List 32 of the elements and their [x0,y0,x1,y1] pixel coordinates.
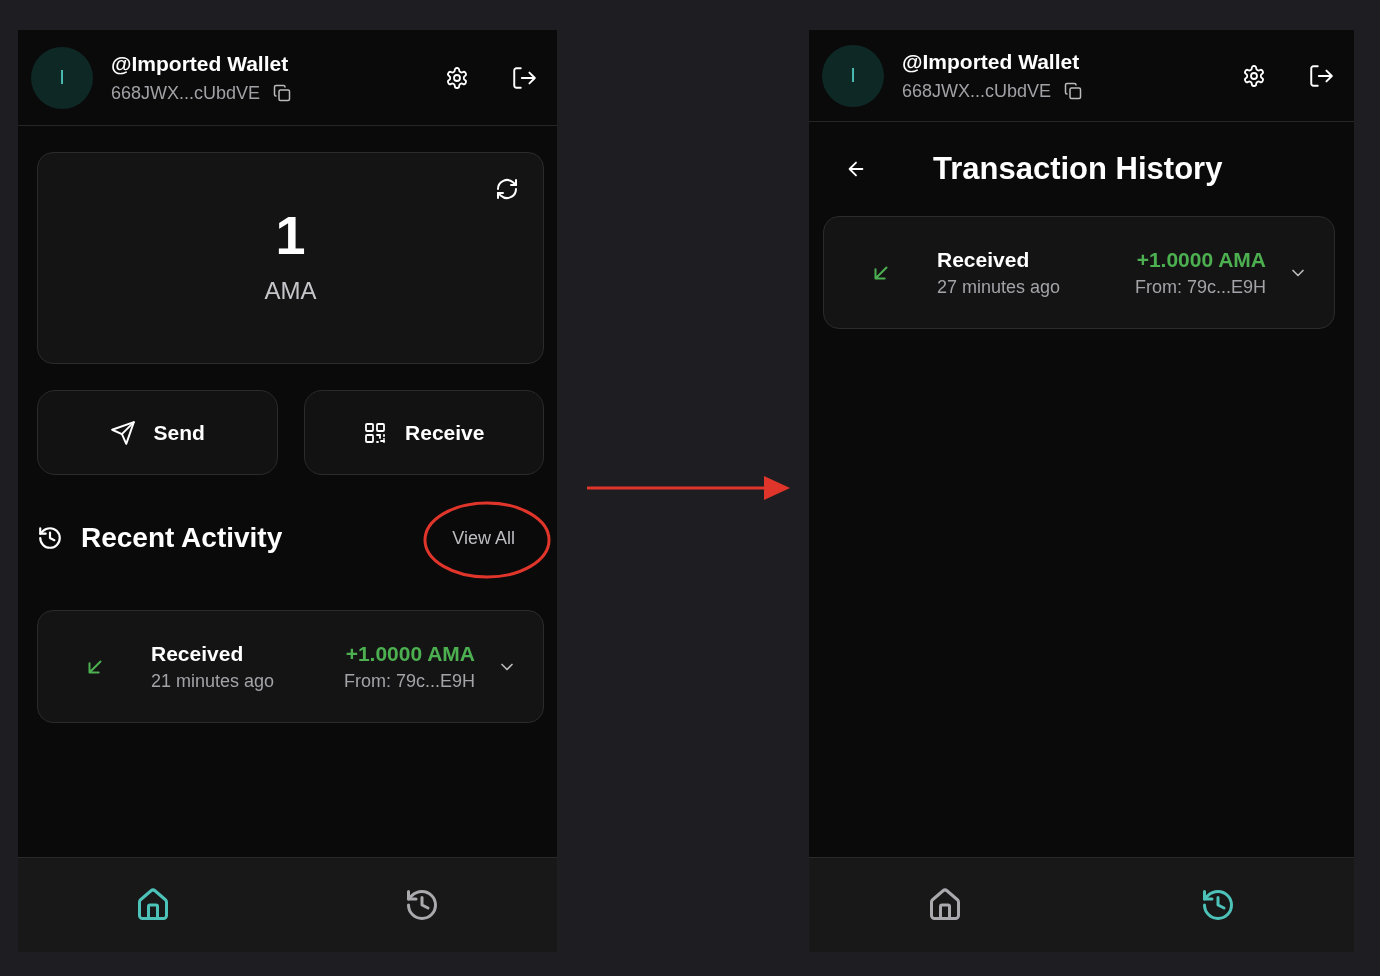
transaction-time: 27 minutes ago [937,276,1062,298]
copy-icon[interactable] [1064,82,1083,100]
settings-icon[interactable] [445,65,469,90]
transaction-sender: From: 79c...E9H [343,670,475,692]
settings-icon[interactable] [1242,63,1266,88]
history-icon [37,525,63,551]
refresh-icon[interactable] [495,177,519,201]
transaction-card[interactable]: Received 21 minutes ago +1.0000 AMA From: 79c...E9H [37,610,544,723]
receive-button[interactable]: Receive [303,390,544,475]
page-title: Transaction History [933,151,1223,187]
transaction-amount: +1.0000 AMA [1136,247,1266,272]
avatar: I [31,46,93,109]
send-button[interactable]: Send [37,390,278,475]
transaction-type: Received [151,641,245,666]
wallet-address: 668JWX...cUbdVE [111,82,261,104]
wallet-name: @Imported Wallet [111,51,290,76]
wallet-name: @Imported Wallet [902,49,1081,74]
logout-icon[interactable] [1308,62,1334,89]
balance-amount: 1 [275,205,306,265]
balance-unit: AMA [264,277,317,305]
copy-icon[interactable] [273,84,292,102]
qr-code-icon [363,420,388,445]
transaction-type: Received [937,247,1031,272]
wallet-address: 668JWX...cUbdVE [902,80,1052,102]
avatar: I [822,44,884,107]
transaction-time: 21 minutes ago [151,670,276,692]
transaction-amount: +1.0000 AMA [345,641,475,666]
logout-icon[interactable] [511,64,537,91]
send-icon [109,419,136,446]
transaction-card[interactable]: Received 27 minutes ago +1.0000 AMA From: 79c...E9H [823,216,1335,329]
section-title: Recent Activity [81,522,284,554]
transaction-sender: From: 79c...E9H [1134,276,1266,298]
